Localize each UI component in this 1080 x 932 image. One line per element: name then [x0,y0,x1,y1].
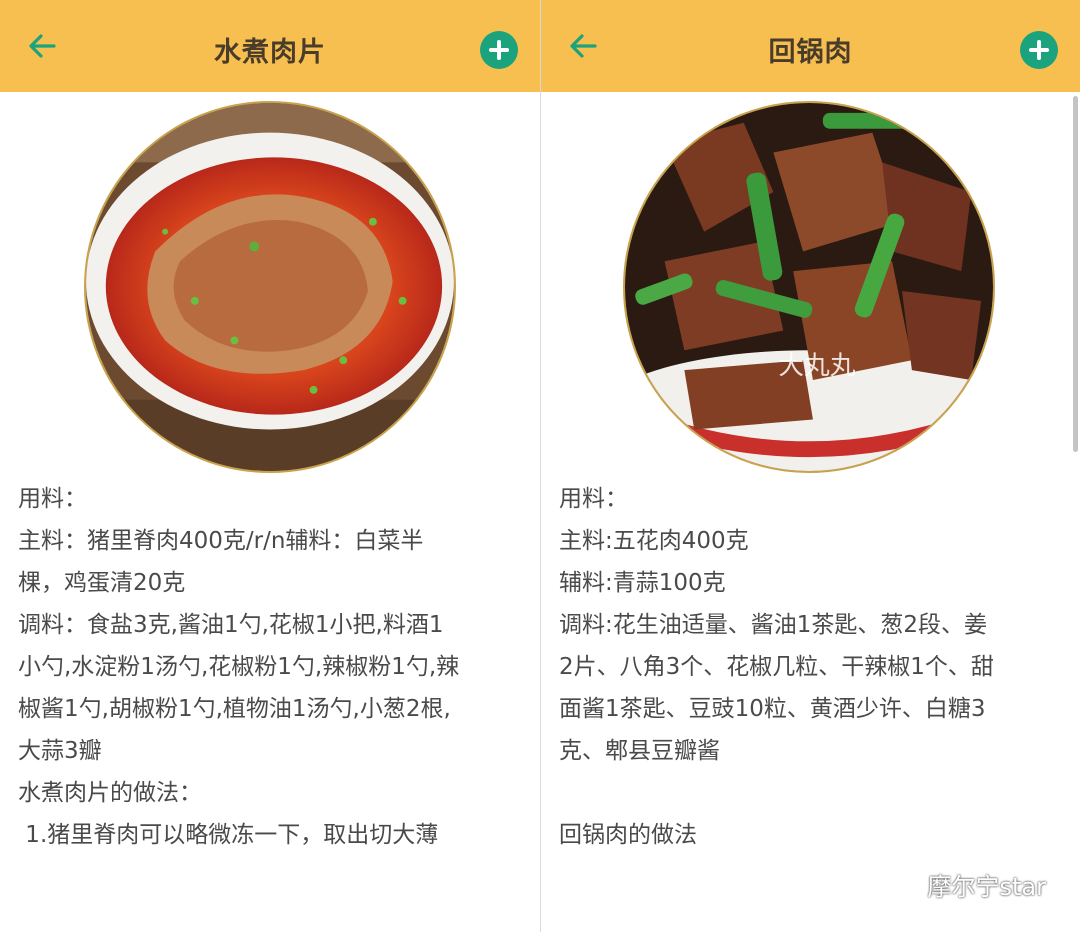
scrollbar[interactable] [1073,96,1078,452]
recipe-text: 用料： 主料:五花肉400克 辅料:青蒜100克 调料:花生油适量、酱油1茶匙、… [559,478,1050,856]
page-title: 回锅肉 [768,37,853,68]
plus-circle-icon[interactable] [1020,31,1058,69]
text-line: 主料:五花肉400克 [559,528,749,554]
text-line: 主料：猪里脊肉400克/r/n辅料：白菜半 [18,528,424,554]
text-line: 棵，鸡蛋清20克 [18,570,186,596]
text-line: 用料： [559,486,628,512]
text-line: 大蒜3瓣 [18,738,102,764]
photo-watermark: 大丸丸 [778,351,855,381]
app-bar: 水煮肉片 [0,0,540,92]
right-screen: 回锅肉 大丸丸 用料： 主料:五花肉400克 辅料:青蒜100克 调料:花生油适 [541,0,1080,932]
text-line: 调料:花生油适量、酱油1茶匙、葱2段、姜 [559,612,988,638]
recipe-text: 用料： 主料：猪里脊肉400克/r/n辅料：白菜半 棵，鸡蛋清20克 调料：食盐… [18,478,510,856]
text-line: 2片、八角3个、花椒几粒、干辣椒1个、甜 [559,654,994,680]
text-line: 椒酱1勺,胡椒粉1勺,植物油1汤勺,小葱2根, [18,696,451,722]
dish-photo [84,101,456,473]
left-screen: 水煮肉片 用料： 主料：猪里脊肉400克/r/n辅料：白菜半 棵，鸡蛋清20克 … [0,0,540,932]
wechat-icon [878,867,920,900]
text-line: 小勺,水淀粉1汤勺,花椒粉1勺,辣椒粉1勺,辣 [18,654,460,680]
watermark-text: 摩尔宁star [927,872,1047,901]
app-bar: 回锅肉 [541,0,1080,92]
method-title: 回锅肉的做法 [559,822,697,848]
dish-photo: 大丸丸 [623,101,995,473]
plus-circle-icon[interactable] [480,31,518,69]
text-line: 调料：食盐3克,酱油1勺,花椒1小把,料酒1 [18,612,444,638]
text-line: 克、郫县豆瓣酱 [559,738,720,764]
text-line: 面酱1茶匙、豆豉10粒、黄酒少许、白糖3 [559,696,986,722]
page-title: 水煮肉片 [214,37,326,68]
text-line: 辅料:青蒜100克 [559,570,726,596]
text-line: 用料： [18,486,87,512]
text-line: 1.猪里脊肉可以略微冻一下，取出切大薄 [18,822,439,848]
text-line: 水煮肉片的做法： [18,780,202,806]
account-watermark: 摩尔宁star [878,864,1047,904]
